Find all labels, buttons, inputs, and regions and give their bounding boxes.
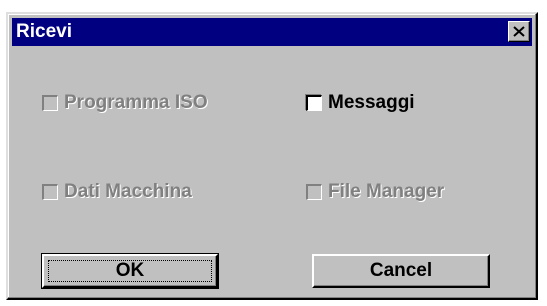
ricevi-dialog: Ricevi Programma ISO Messaggi Dati Macch…: [6, 12, 538, 300]
window-title: Ricevi: [16, 21, 72, 42]
checkbox-file-manager[interactable]: File Manager: [306, 181, 444, 203]
checkbox-label: Dati Macchina: [64, 181, 192, 202]
checkbox-label: Messaggi: [328, 92, 415, 113]
close-button[interactable]: [508, 21, 530, 42]
cancel-button[interactable]: Cancel: [312, 254, 490, 288]
checkbox-box: [42, 184, 58, 200]
checkbox-box: [306, 95, 322, 111]
checkbox-box: [42, 95, 58, 111]
checkbox-messaggi[interactable]: Messaggi: [306, 92, 415, 114]
close-icon: [513, 26, 525, 37]
cancel-button-label: Cancel: [369, 260, 433, 281]
checkbox-label: File Manager: [328, 181, 445, 202]
checkbox-programma-iso[interactable]: Programma ISO: [42, 92, 208, 114]
ok-button[interactable]: OK: [41, 253, 219, 289]
title-bar: Ricevi: [12, 18, 532, 46]
focus-rect: [48, 260, 212, 282]
checkbox-box: [306, 184, 322, 200]
checkbox-label: Programma ISO: [64, 92, 208, 113]
checkbox-dati-macchina[interactable]: Dati Macchina: [42, 181, 192, 203]
